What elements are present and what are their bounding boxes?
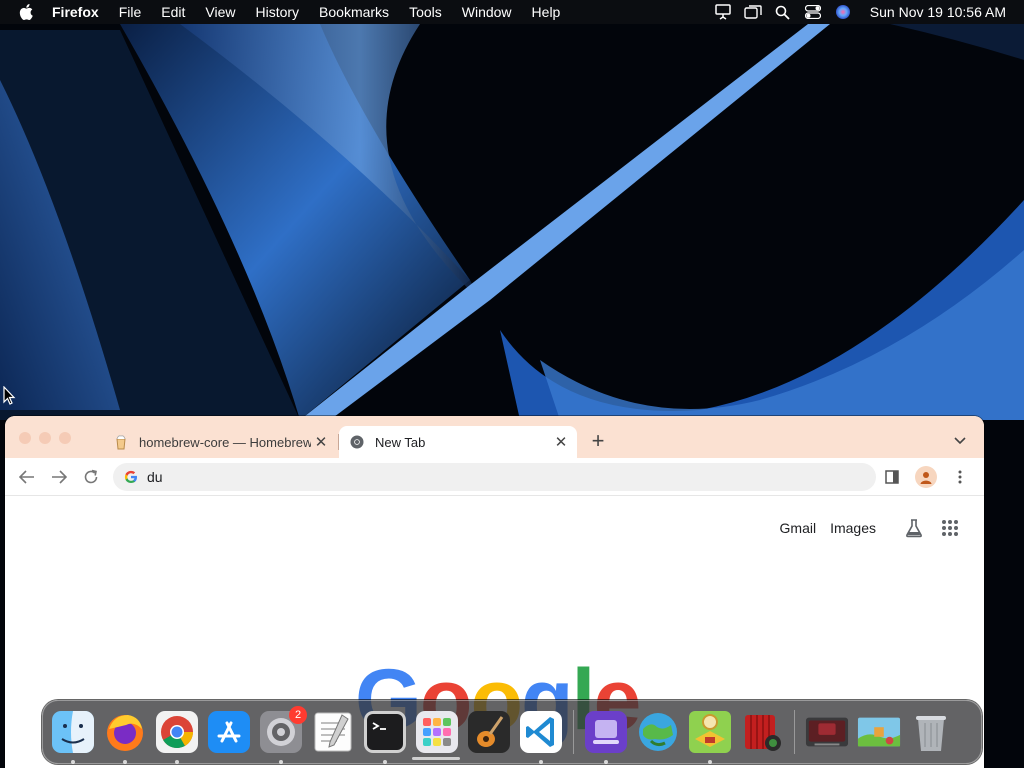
close-tab-icon[interactable]: ✕ (311, 432, 331, 452)
close-tab-icon[interactable]: ✕ (551, 432, 571, 452)
firefox-icon[interactable] (103, 710, 147, 764)
tab-homebrew-core[interactable]: homebrew-core — Homebrew ✕ (105, 426, 337, 458)
running-indicator (383, 760, 387, 764)
trash-icon[interactable] (909, 710, 953, 754)
running-indicator (279, 760, 283, 764)
menu-clock[interactable]: Sun Nov 19 10:56 AM (870, 4, 1006, 20)
images-link[interactable]: Images (830, 520, 876, 536)
profile-avatar-button[interactable] (910, 461, 942, 493)
purple-app-icon[interactable] (584, 710, 628, 764)
homebrew-favicon-icon (113, 434, 129, 450)
running-indicator (539, 760, 543, 764)
dock-scroll-indicator (412, 757, 460, 760)
spotlight-search-icon[interactable] (768, 0, 798, 24)
terminal-icon[interactable] (363, 710, 407, 764)
mouse-cursor-icon (3, 385, 17, 406)
tab-title: New Tab (375, 434, 426, 450)
system-settings-icon[interactable]: 2 (259, 706, 307, 764)
menu-edit[interactable]: Edit (151, 0, 195, 24)
google-g-icon (123, 469, 139, 485)
launchpad-icon[interactable] (415, 710, 459, 754)
running-indicator (123, 760, 127, 764)
dock: 2 (42, 700, 982, 764)
vscode-icon[interactable] (519, 710, 563, 764)
chrome-favicon-icon (349, 434, 365, 450)
siri-icon[interactable] (828, 0, 858, 24)
menu-view[interactable]: View (195, 0, 245, 24)
hand-mirror-icon[interactable] (805, 710, 849, 754)
menu-history[interactable]: History (245, 0, 309, 24)
google-apps-grid-icon[interactable] (938, 516, 962, 540)
reload-button[interactable] (75, 461, 107, 493)
tab-strip: homebrew-core — Homebrew ✕ New Tab ✕ + (5, 416, 984, 458)
tab-new-tab[interactable]: New Tab ✕ (339, 426, 577, 458)
presentation-icon[interactable] (708, 0, 738, 24)
menu-help[interactable]: Help (522, 0, 571, 24)
back-button[interactable] (11, 461, 43, 493)
menu-tools[interactable]: Tools (399, 0, 452, 24)
new-tab-button[interactable]: + (587, 428, 609, 453)
notification-badge: 2 (289, 706, 307, 724)
chrome-icon[interactable] (155, 710, 199, 764)
window-controls (19, 432, 71, 444)
control-center-icon[interactable] (798, 0, 828, 24)
more-menu-icon[interactable] (944, 461, 976, 493)
browser-toolbar: du (5, 458, 984, 496)
garageband-icon[interactable] (467, 710, 511, 754)
screen-mirroring-icon[interactable] (738, 0, 768, 24)
menu-app-name[interactable]: Firefox (48, 0, 109, 24)
textedit-icon[interactable] (311, 710, 355, 754)
menu-window[interactable]: Window (452, 0, 522, 24)
side-panel-icon[interactable] (876, 461, 908, 493)
tab-title: homebrew-core — Homebrew (139, 434, 311, 450)
avatar (915, 466, 937, 488)
minimize-window-button[interactable] (39, 432, 51, 444)
address-bar[interactable]: du (113, 462, 876, 491)
gmail-link[interactable]: Gmail (780, 520, 817, 536)
globe-game-icon[interactable] (636, 710, 680, 754)
address-bar-text[interactable]: du (147, 469, 163, 485)
running-indicator (604, 760, 608, 764)
menu-file[interactable]: File (109, 0, 152, 24)
dock-divider (794, 710, 795, 754)
running-indicator (175, 760, 179, 764)
labs-flask-icon[interactable] (902, 516, 926, 540)
apple-menu-icon[interactable] (18, 4, 34, 20)
zoom-window-button[interactable] (59, 432, 71, 444)
finder-icon[interactable] (51, 710, 95, 764)
app-store-icon[interactable] (207, 710, 251, 754)
dock-divider (573, 710, 574, 754)
menu-bar: Firefox File Edit View History Bookmarks… (0, 0, 1024, 24)
running-indicator (708, 760, 712, 764)
tab-search-chevron-icon[interactable] (950, 431, 970, 451)
forward-button[interactable] (43, 461, 75, 493)
map-game-icon[interactable] (688, 710, 732, 764)
running-indicator (71, 760, 75, 764)
game-thumbnail-icon[interactable] (857, 710, 901, 754)
menu-bookmarks[interactable]: Bookmarks (309, 0, 399, 24)
close-window-button[interactable] (19, 432, 31, 444)
red-app-icon[interactable] (740, 710, 784, 754)
